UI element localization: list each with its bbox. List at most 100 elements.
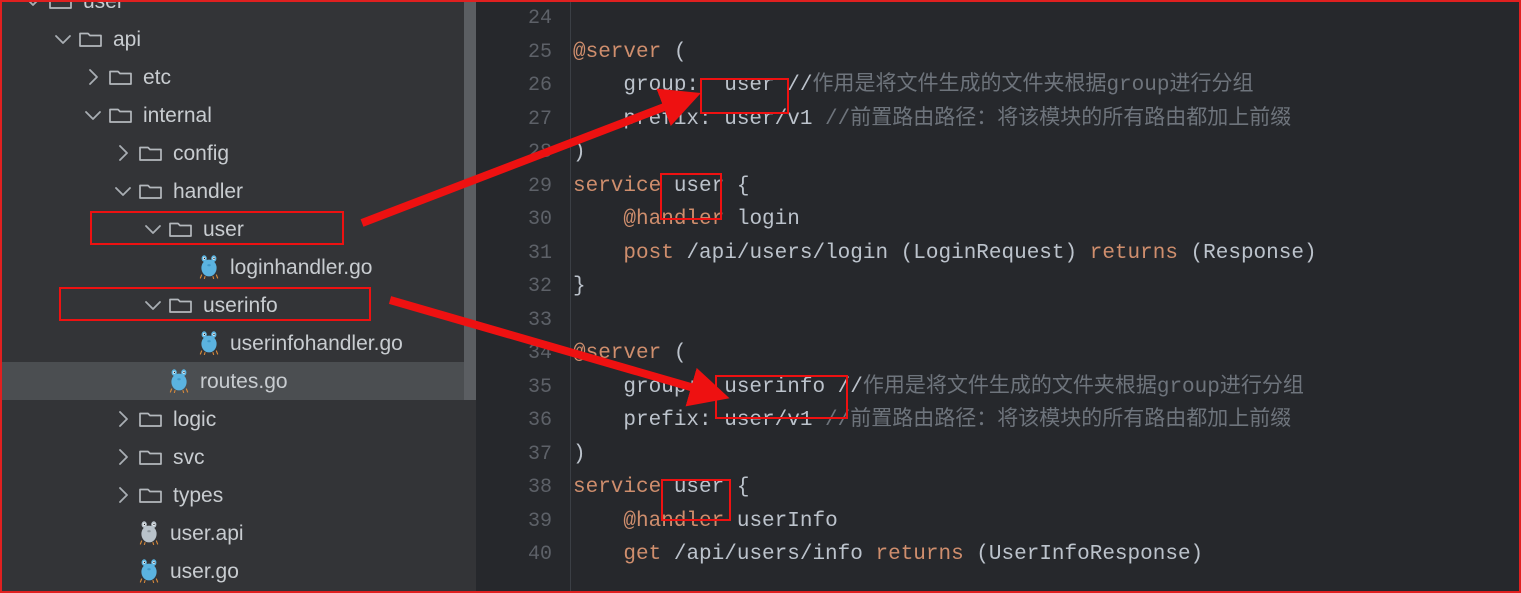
line-content: @handler userInfo xyxy=(573,505,838,539)
code-line[interactable]: 30 @handler login xyxy=(476,203,1519,237)
chevron-right-icon[interactable] xyxy=(112,484,134,506)
tree-item-user[interactable]: user xyxy=(2,210,476,248)
code-token: @server xyxy=(573,342,662,365)
tree-item-label: loginhandler.go xyxy=(230,255,373,279)
tree-item-internal[interactable]: internal xyxy=(2,96,476,134)
tree-item-logic[interactable]: logic xyxy=(2,400,476,438)
code-token: prefix: user/v1 xyxy=(573,409,826,432)
tree-item-label: types xyxy=(173,483,224,507)
folder-icon xyxy=(138,446,164,468)
tree-item-userinfo[interactable]: userinfo xyxy=(2,286,476,324)
folder-icon xyxy=(138,142,164,164)
folder-icon xyxy=(48,2,74,12)
code-line[interactable]: 28) xyxy=(476,136,1519,170)
code-line[interactable]: 35 group: userinfo //作用是将文件生成的文件夹根据group… xyxy=(476,371,1519,405)
code-line[interactable]: 25 @server ( xyxy=(476,36,1519,70)
code-line[interactable]: 39 @handler userInfo xyxy=(476,505,1519,539)
tree-item-label: handler xyxy=(173,179,244,203)
chevron-down-icon[interactable] xyxy=(82,104,104,126)
folder-icon xyxy=(78,28,104,50)
chevron-right-icon[interactable] xyxy=(112,142,134,164)
chevron-down-icon[interactable] xyxy=(142,218,164,240)
tree-item-routes-go[interactable]: routes.go xyxy=(2,362,476,400)
code-line[interactable]: 36 prefix: user/v1 //前置路由路径：将该模块的所有路由都加上… xyxy=(476,404,1519,438)
chevron-right-icon[interactable] xyxy=(112,446,134,468)
code-token: get xyxy=(623,543,662,566)
code-line[interactable]: 34 @server ( xyxy=(476,337,1519,371)
code-token: post xyxy=(623,241,674,265)
code-token: login xyxy=(724,208,800,231)
code-token: @server xyxy=(573,40,662,64)
code-line[interactable]: 38 service user { xyxy=(476,471,1519,505)
line-content: group: userinfo //作用是将文件生成的文件夹根据group进行分… xyxy=(573,371,1303,405)
code-token: (Response) xyxy=(1177,241,1317,265)
code-token: } xyxy=(573,275,586,298)
code-token: group: userinfo // xyxy=(573,375,863,399)
code-line[interactable]: 40 get /api/users/info returns (UserInfo… xyxy=(476,538,1519,572)
line-number: 40 xyxy=(527,543,552,566)
tree-item-api[interactable]: api xyxy=(2,20,476,58)
code-token: user { xyxy=(661,174,750,198)
tree-item-svc[interactable]: svc xyxy=(2,438,476,476)
code-line[interactable]: 31 post /api/users/login (LoginRequest) … xyxy=(476,237,1519,271)
code-lines-container[interactable]: 24 25 @server (26 group: user //作用是将文件生成的文… xyxy=(476,2,1519,572)
code-line[interactable]: 32} xyxy=(476,270,1519,304)
tree-item-handler[interactable]: handler xyxy=(2,172,476,210)
chevron-down-icon[interactable] xyxy=(52,28,74,50)
ide-screenshot-root: user apietc internal config handler user login… xyxy=(0,0,1521,593)
tree-item-label: routes.go xyxy=(200,369,288,393)
line-number: 27 xyxy=(527,107,552,131)
go-file-icon xyxy=(138,559,160,584)
chevron-down-icon[interactable] xyxy=(22,2,44,12)
line-number: 34 xyxy=(527,342,552,365)
code-token: (UserInfoResponse) xyxy=(963,543,1204,566)
code-token: userInfo xyxy=(724,509,838,533)
tree-item-label: user.api xyxy=(170,521,244,545)
tree-item-user-api[interactable]: user.api xyxy=(2,514,476,552)
line-number: 25 xyxy=(527,40,552,64)
code-token: service xyxy=(573,476,662,499)
chevron-right-icon[interactable] xyxy=(82,66,104,88)
tree-item-user[interactable]: user xyxy=(2,2,476,20)
code-line[interactable]: 37) xyxy=(476,438,1519,472)
line-number: 33 xyxy=(527,308,552,332)
code-token: /api/users/info xyxy=(661,543,876,566)
tree-item-etc[interactable]: etc xyxy=(2,58,476,96)
line-content: ) xyxy=(573,136,586,170)
code-line[interactable]: 33 xyxy=(476,304,1519,338)
code-token: 作用是将文件生成的文件夹根据group进行分组 xyxy=(812,74,1254,97)
line-number: 28 xyxy=(527,141,552,164)
line-number: 39 xyxy=(527,509,552,533)
chevron-down-icon[interactable] xyxy=(112,180,134,202)
code-editor[interactable]: 24 25 @server (26 group: user //作用是将文件生成的文… xyxy=(476,2,1519,591)
line-number: 35 xyxy=(527,375,552,399)
code-line[interactable]: 24 xyxy=(476,2,1519,36)
chevron-right-icon[interactable] xyxy=(112,408,134,430)
tree-item-user-go[interactable]: user.go xyxy=(2,552,476,590)
line-content: } xyxy=(573,270,586,304)
code-token: user { xyxy=(661,476,750,499)
project-file-tree[interactable]: user apietc internal config handler user login… xyxy=(2,2,476,591)
line-number: 31 xyxy=(527,241,552,265)
tree-item-label: internal xyxy=(143,103,212,127)
tree-item-userinfohandler-go[interactable]: userinfohandler.go xyxy=(2,324,476,362)
tree-item-loginhandler-go[interactable]: loginhandler.go xyxy=(2,248,476,286)
code-line[interactable]: 26 group: user //作用是将文件生成的文件夹根据group进行分组 xyxy=(476,69,1519,103)
code-line[interactable]: 29 service user { xyxy=(476,170,1519,204)
chevron-down-icon[interactable] xyxy=(142,294,164,316)
vertical-scrollbar[interactable] xyxy=(464,2,476,400)
line-number: 36 xyxy=(527,409,552,432)
code-line[interactable]: 27 prefix: user/v1 //前置路由路径：将该模块的所有路由都加上… xyxy=(476,103,1519,137)
line-number: 32 xyxy=(527,275,552,298)
tree-item-types[interactable]: types xyxy=(2,476,476,514)
tree-item-config[interactable]: config xyxy=(2,134,476,172)
line-content: service user { xyxy=(573,170,749,204)
line-number: 38 xyxy=(527,476,552,499)
line-number: 24 xyxy=(527,7,552,30)
line-content: ) xyxy=(573,438,586,472)
code-token: prefix: user/v1 xyxy=(573,107,826,131)
code-token: @handler xyxy=(623,208,725,231)
